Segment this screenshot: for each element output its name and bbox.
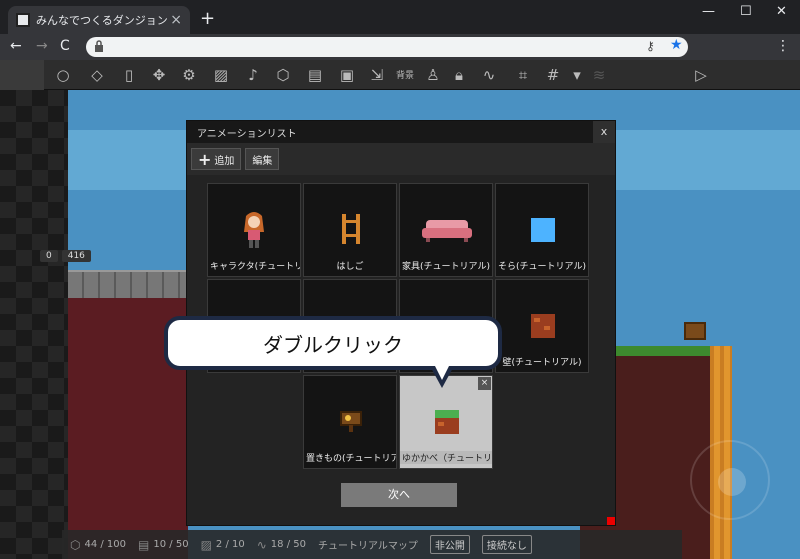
close-window-button[interactable]: ✕: [776, 4, 787, 19]
status-bar: ⬡ 44 / 100 ▤ 10 / 50 ▨ 2 / 10 ∿ 18 / 50 チュート…: [62, 530, 682, 559]
gear-icon[interactable]: ⚙: [178, 64, 200, 86]
chat-icon[interactable]: ○: [52, 64, 74, 86]
animation-item[interactable]: 家具(チュートリアル): [399, 183, 493, 277]
image-icon[interactable]: ▨: [210, 64, 232, 86]
address-bar[interactable]: ⚷ ★: [86, 37, 688, 57]
app-toolbar: ○ ◇ ▯ ✥ ⚙ ▨ ♪ ⬡ ▤ ▣ ⇲ 背景 ♙ 🔒︎ ∿ ⌗ # ▾ ≋ …: [0, 60, 800, 90]
path-icon[interactable]: ∿: [478, 64, 500, 86]
sign-object: [684, 322, 706, 340]
play-icon[interactable]: ▷: [690, 64, 712, 86]
animation-item[interactable]: はしご: [303, 183, 397, 277]
stone-wall: [68, 270, 188, 298]
callout-bubble: ダブルクリック: [164, 316, 502, 370]
dialog-title: アニメーションリスト: [197, 128, 297, 140]
grid-edit-icon[interactable]: ⌗: [512, 64, 534, 86]
wall-sprite: [531, 314, 555, 338]
new-tab-button[interactable]: +: [200, 8, 215, 29]
browser-tab[interactable]: みんなでつくるダンジョン ×: [8, 6, 190, 34]
save-icon[interactable]: ▣: [336, 64, 358, 86]
animation-item[interactable]: キャラクタ(チュートリアル): [207, 183, 301, 277]
stat-objects: ⬡ 44 / 100: [70, 537, 127, 552]
virtual-joystick[interactable]: [690, 440, 770, 520]
maximize-button[interactable]: ☐: [740, 4, 752, 19]
tab-title: みんなでつくるダンジョン: [36, 14, 168, 27]
animation-item-label: キャラクタ(チュートリアル): [210, 262, 300, 272]
sky-sprite: [531, 218, 555, 242]
animation-item[interactable]: 壁(チュートリアル): [495, 279, 589, 373]
private-badge[interactable]: 非公開: [429, 535, 470, 554]
lock-tool-icon[interactable]: 🔒︎: [448, 64, 470, 86]
browser-tabstrip: みんなでつくるダンジョン × + — ☐ ✕: [0, 0, 800, 34]
background-tool-label[interactable]: 背景: [396, 68, 414, 81]
lock-icon: [95, 40, 103, 52]
cube-icon[interactable]: ⬡: [272, 64, 294, 86]
path-icon: ∿: [256, 537, 267, 552]
chevron-down-icon[interactable]: ▾: [566, 64, 588, 86]
bookmark-star-icon[interactable]: ★: [670, 37, 683, 53]
delete-item-icon[interactable]: ×: [478, 377, 491, 390]
dialog-close-button[interactable]: x: [593, 121, 615, 143]
music-icon[interactable]: ♪: [242, 64, 264, 86]
counter-y: 416: [61, 250, 91, 262]
dialog-toolbar: + 追加 編集: [187, 143, 615, 175]
resize-handle[interactable]: [607, 517, 615, 525]
animation-item[interactable]: 置きもの(チュートリアル): [303, 375, 397, 469]
next-button[interactable]: 次へ: [341, 483, 457, 507]
image-icon: ▨: [200, 537, 212, 552]
minimize-button[interactable]: —: [702, 4, 715, 19]
connection-badge[interactable]: 接続なし: [481, 535, 532, 554]
animation-item-label: はしご: [336, 262, 364, 272]
animation-item-label: 置きもの(チュートリアル): [306, 454, 396, 464]
character-sprite: [244, 212, 264, 248]
animation-item-selected[interactable]: × ゆかかべ（チュートリアル）: [399, 375, 493, 469]
favicon-icon: [16, 13, 30, 27]
film-icon[interactable]: ▤: [304, 64, 326, 86]
grid-icon[interactable]: #: [542, 64, 564, 86]
back-button[interactable]: ←: [10, 38, 22, 54]
animation-item-label: ゆかかべ（チュートリアル）: [400, 451, 492, 464]
browser-toolbar: ← → C ⚷ ★ ⋮: [0, 34, 800, 60]
dialog-header: アニメーションリスト x: [187, 121, 615, 143]
floor-wall-sprite: [435, 410, 459, 434]
add-button[interactable]: + 追加: [191, 148, 242, 170]
export-icon[interactable]: ⇲: [366, 64, 388, 86]
position-counters: 0 416: [40, 250, 91, 262]
browser-menu-icon[interactable]: ⋮: [776, 38, 790, 54]
edit-button[interactable]: 編集: [245, 148, 280, 170]
stack-icon[interactable]: ≋: [588, 64, 610, 86]
plus-icon: +: [198, 149, 212, 169]
player-avatar-icon[interactable]: [0, 60, 44, 90]
sofa-sprite: [422, 220, 472, 242]
stat-paths: ∿ 18 / 50: [256, 537, 306, 552]
joystick-knob[interactable]: [718, 468, 746, 496]
animation-item-label: そら(チュートリアル): [498, 262, 586, 272]
reload-button[interactable]: C: [60, 38, 70, 54]
counter-x: 0: [40, 250, 58, 262]
stat-images: ▨ 2 / 10: [200, 537, 245, 552]
animation-item-label: 家具(チュートリアル): [402, 262, 490, 272]
sign-sprite: [340, 411, 362, 432]
person-icon[interactable]: ♙: [422, 64, 444, 86]
layers-icon[interactable]: ◇: [86, 64, 108, 86]
door-icon[interactable]: ▯: [118, 64, 140, 86]
stat-animations: ▤ 10 / 50: [138, 537, 189, 552]
cube-icon: ⬡: [70, 537, 81, 552]
ladder-sprite: [342, 214, 360, 244]
animation-item[interactable]: そら(チュートリアル): [495, 183, 589, 277]
map-name: チュートリアルマップ: [317, 541, 418, 552]
film-icon: ▤: [138, 537, 150, 552]
empty-area: [0, 90, 68, 559]
animation-item-label: 壁(チュートリアル): [502, 358, 582, 368]
gamepad-icon[interactable]: ✥: [148, 64, 170, 86]
callout-tail-inner: [434, 364, 450, 380]
tab-close-button[interactable]: ×: [170, 12, 182, 28]
callout-text: ダブルクリック: [263, 332, 403, 357]
forward-button[interactable]: →: [36, 38, 48, 54]
key-icon[interactable]: ⚷: [646, 39, 655, 53]
